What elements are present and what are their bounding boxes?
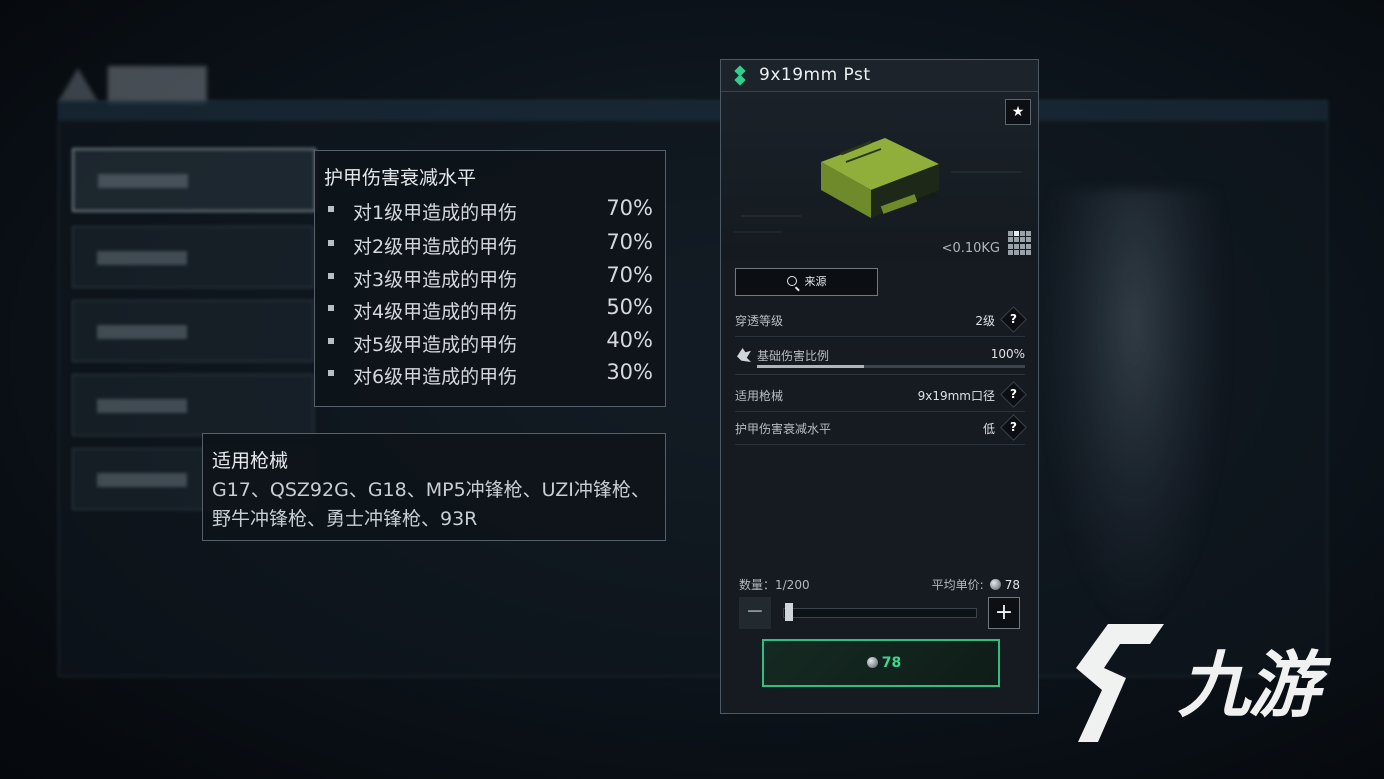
damage-bar-fill (757, 365, 865, 368)
help-button[interactable]: ? (1000, 306, 1027, 333)
help-button[interactable]: ? (1000, 381, 1027, 408)
background-tab[interactable] (72, 374, 314, 436)
help-button[interactable]: ? (1000, 414, 1027, 441)
average-price: 平均单价: 78 (931, 578, 1020, 592)
armor-row: 对5级甲造成的甲伤 40% (315, 327, 665, 357)
armor-row: 对1级甲造成的甲伤 70% (315, 195, 665, 225)
item-name: 9x19mm Pst (759, 65, 871, 85)
stat-row-penetration: 穿透等级 2级 ? (735, 304, 1027, 337)
item-title-bar: 9x19mm Pst (721, 60, 1038, 92)
coin-icon (989, 579, 1001, 590)
stat-row-base-damage: 基础伤害比例 100% (735, 342, 1025, 375)
watermark: 九游 (1068, 618, 1368, 748)
damage-icon (737, 348, 751, 362)
coin-icon (866, 657, 878, 668)
grid-size-icon (1008, 231, 1032, 255)
decrease-quantity-button[interactable]: − (739, 597, 771, 629)
weapons-list: G17、QSZ92G、G18、MP5冲锋枪、UZI冲锋枪、野牛冲锋枪、勇士冲锋枪… (212, 479, 650, 530)
background-tab[interactable] (72, 300, 314, 362)
armor-row: 对6级甲造成的甲伤 30% (315, 359, 665, 389)
favorite-star-button[interactable]: ★ (1005, 99, 1031, 125)
armor-row: 对3级甲造成的甲伤 70% (315, 262, 665, 292)
item-image: ★ <0.10KG (721, 92, 1038, 260)
jiuyou-logo-icon (1076, 624, 1164, 742)
source-button[interactable]: 来源 (735, 268, 878, 296)
compatible-weapons-tooltip: 适用枪械 G17、QSZ92G、G18、MP5冲锋枪、UZI冲锋枪、野牛冲锋枪、… (202, 433, 666, 541)
quantity-label: 数量：1/200 (739, 578, 810, 592)
stat-row-compatible-weapons: 适用枪械 9x19mm口径 ? (735, 379, 1027, 412)
armor-row: 对4级甲造成的甲伤 50% (315, 294, 665, 324)
tooltip-title: 适用枪械 (212, 450, 289, 472)
character-silhouette (1040, 190, 1230, 630)
increase-quantity-button[interactable]: + (988, 597, 1020, 629)
background-tab[interactable] (72, 148, 316, 212)
warning-icon (58, 68, 98, 102)
bullet-icon (328, 273, 334, 279)
buy-button[interactable]: 78 (762, 639, 1000, 687)
bullet-icon (328, 240, 334, 246)
search-icon (786, 276, 797, 286)
background-tab[interactable] (72, 226, 314, 288)
bullet-icon (328, 370, 334, 376)
background-section-title: ████ (58, 66, 206, 104)
stat-row-armor-damage: 护甲伤害衰减水平 低 ? (735, 412, 1027, 445)
tooltip-title: 护甲伤害衰减水平 (324, 167, 477, 189)
armor-damage-tooltip: 护甲伤害衰减水平 对1级甲造成的甲伤 70% 对2级甲造成的甲伤 70% 对3级甲造… (314, 150, 666, 407)
bullet-icon (328, 305, 334, 311)
quantity-slider[interactable] (783, 603, 977, 621)
item-weight: <0.10KG (941, 241, 1000, 256)
bullet-icon (328, 338, 334, 344)
bullet-icon (328, 206, 334, 212)
ammo-box-illustration (733, 138, 1021, 233)
item-detail-panel: 9x19mm Pst ★ <0.10KG 来源 穿透等级 2级 ? 基础伤害比例… (720, 59, 1039, 714)
armor-row: 对2级甲造成的甲伤 70% (315, 229, 665, 259)
slider-handle[interactable] (784, 603, 793, 621)
rarity-icon (733, 65, 747, 86)
damage-bar (757, 365, 1025, 368)
